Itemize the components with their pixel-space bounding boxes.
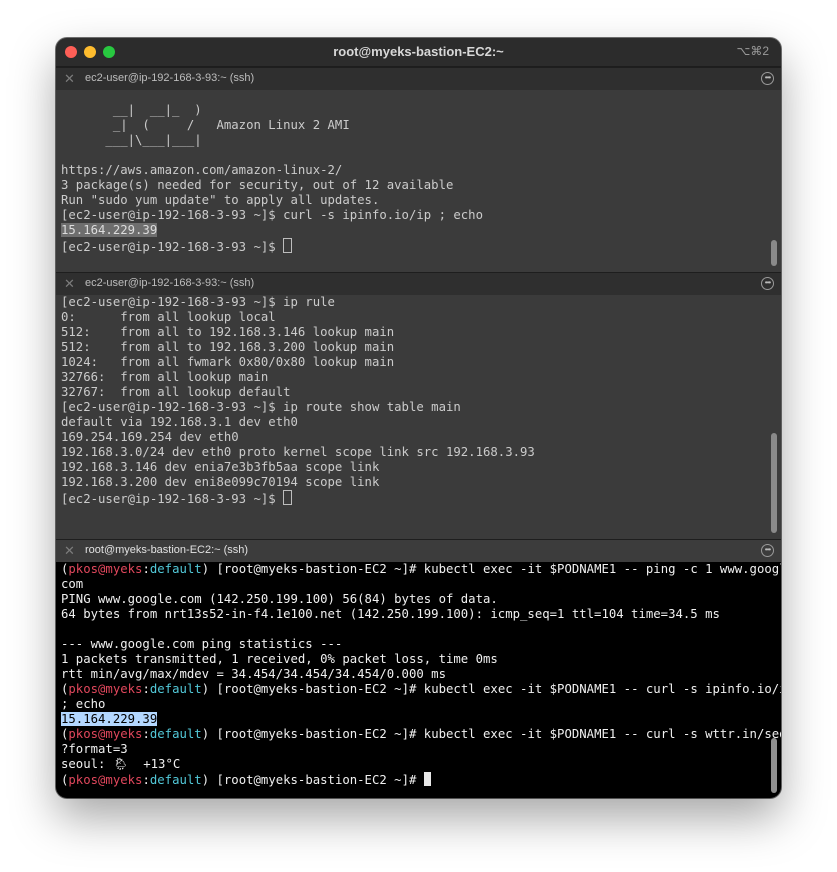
- selected-ip-text: 15.164.229.39: [61, 712, 158, 726]
- pane-2-terminal[interactable]: [ec2-user@ip-192-168-3-93 ~]$ ip rule 0:…: [56, 295, 781, 537]
- pane-2-title: ec2-user@ip-192-168-3-93:~ (ssh): [85, 277, 255, 289]
- prompt-context: default: [149, 562, 202, 576]
- terminal-line: (pkos@myeks:default) [root@myeks-bastion…: [61, 682, 781, 697]
- command-text: kubectl exec -it $PODNAME1 -- curl -s wt…: [423, 727, 781, 741]
- pane-2-header[interactable]: ✕ ec2-user@ip-192-168-3-93:~ (ssh) •••: [56, 272, 781, 296]
- prompt-sep: :: [142, 773, 150, 787]
- prompt-user: pkos@myeks: [68, 773, 143, 787]
- terminal-line: [ec2-user@ip-192-168-3-93 ~]$: [61, 238, 293, 254]
- terminal-line: 1 packets transmitted, 1 received, 0% pa…: [61, 652, 498, 666]
- terminal-line: 192.168.3.146 dev enia7e3b3fb5aa scope l…: [61, 460, 380, 474]
- pane-1-title: ec2-user@ip-192-168-3-93:~ (ssh): [85, 72, 255, 84]
- prompt-user: pkos@myeks: [68, 562, 143, 576]
- terminal-line: 512: from all to 192.168.3.146 lookup ma…: [61, 325, 395, 339]
- terminal-line: 32766: from all lookup main: [61, 370, 269, 384]
- terminal-line: (pkos@myeks:default) [root@myeks-bastion…: [61, 727, 781, 742]
- terminal-window: root@myeks-bastion-EC2:~ ⌥⌘2 ✕ ec2-user@…: [56, 38, 781, 798]
- prompt-user: pkos@myeks: [68, 682, 143, 696]
- prompt-context: default: [149, 773, 202, 787]
- close-pane-icon[interactable]: ✕: [64, 543, 75, 558]
- prompt-text: [ec2-user@ip-192-168-3-93 ~]$: [61, 492, 284, 506]
- prompt-sep: :: [142, 727, 150, 741]
- terminal-line: 192.168.3.0/24 dev eth0 proto kernel sco…: [61, 445, 535, 459]
- terminal-line: 64 bytes from nrt13s52-in-f4.1e100.net (…: [61, 607, 720, 621]
- prompt-sep: :: [142, 682, 150, 696]
- prompt-rest: ) [root@myeks-bastion-EC2 ~]#: [201, 773, 424, 787]
- text-cursor: [283, 490, 293, 505]
- terminal-line: default via 192.168.3.1 dev eth0: [61, 415, 298, 429]
- prompt-rest: ) [root@myeks-bastion-EC2 ~]#: [201, 682, 424, 696]
- terminal-line: com: [61, 577, 84, 591]
- selected-ip-text: 15.164.229.39: [61, 223, 158, 237]
- terminal-line: rtt min/avg/max/mdev = 34.454/34.454/34.…: [61, 667, 446, 681]
- pane-3-scrollbar[interactable]: [771, 738, 777, 793]
- close-pane-icon[interactable]: ✕: [64, 276, 75, 291]
- title-bar: root@myeks-bastion-EC2:~ ⌥⌘2: [56, 38, 781, 67]
- terminal-line: _| ( / Amazon Linux 2 AMI: [61, 118, 350, 132]
- terminal-line: [ec2-user@ip-192-168-3-93 ~]$ ip rule: [61, 295, 335, 309]
- prompt-sep: :: [142, 562, 150, 576]
- terminal-line: 15.164.229.39: [61, 223, 158, 238]
- terminal-line: PING www.google.com (142.250.199.100) 56…: [61, 592, 498, 606]
- terminal-line: Run "sudo yum update" to apply all updat…: [61, 193, 380, 207]
- terminal-line: 0: from all lookup local: [61, 310, 276, 324]
- terminal-line: 512: from all to 192.168.3.200 lookup ma…: [61, 340, 395, 354]
- pane-menu-icon[interactable]: •••: [761, 72, 774, 85]
- terminal-line: 192.168.3.200 dev eni8e099c70194 scope l…: [61, 475, 380, 489]
- pane-1-header[interactable]: ✕ ec2-user@ip-192-168-3-93:~ (ssh) •••: [56, 67, 781, 91]
- terminal-line: [ec2-user@ip-192-168-3-93 ~]$ curl -s ip…: [61, 208, 483, 222]
- terminal-line: 15.164.229.39: [61, 712, 158, 727]
- terminal-line: --- www.google.com ping statistics ---: [61, 637, 343, 651]
- pane-2-scrollbar[interactable]: [771, 433, 777, 533]
- terminal-line: __| __|_ ): [61, 103, 202, 117]
- terminal-line: 169.254.169.254 dev eth0: [61, 430, 239, 444]
- pane-1-scrollbar[interactable]: [771, 240, 777, 266]
- terminal-line: [ec2-user@ip-192-168-3-93 ~]$: [61, 490, 293, 506]
- command-text: kubectl exec -it $PODNAME1 -- ping -c 1 …: [423, 562, 781, 576]
- terminal-line: https://aws.amazon.com/amazon-linux-2/: [61, 163, 343, 177]
- pane-3-header[interactable]: ✕ root@myeks-bastion-EC2:~ (ssh) •••: [56, 539, 781, 563]
- pane-1-terminal[interactable]: __| __|_ ) _| ( / Amazon Linux 2 AMI ___…: [56, 90, 781, 270]
- terminal-line: seoul: 🌦 +13°C: [61, 757, 181, 771]
- terminal-line: (pkos@myeks:default) [root@myeks-bastion…: [61, 772, 431, 787]
- window-shortcut: ⌥⌘2: [736, 44, 769, 58]
- prompt-user: pkos@myeks: [68, 727, 143, 741]
- text-cursor: [283, 238, 293, 253]
- pane-menu-icon[interactable]: •••: [761, 544, 774, 557]
- pane-3-title: root@myeks-bastion-EC2:~ (ssh): [85, 544, 249, 556]
- prompt-context: default: [149, 727, 202, 741]
- terminal-line: [ec2-user@ip-192-168-3-93 ~]$ ip route s…: [61, 400, 461, 414]
- terminal-line: ; echo: [61, 697, 106, 711]
- pane-menu-icon[interactable]: •••: [761, 277, 774, 290]
- terminal-line: 1024: from all fwmark 0x80/0x80 lookup m…: [61, 355, 395, 369]
- prompt-text: [ec2-user@ip-192-168-3-93 ~]$: [61, 240, 284, 254]
- terminal-line: (pkos@myeks:default) [root@myeks-bastion…: [61, 562, 781, 577]
- terminal-line: 32767: from all lookup default: [61, 385, 291, 399]
- prompt-rest: ) [root@myeks-bastion-EC2 ~]#: [201, 727, 424, 741]
- prompt-context: default: [149, 682, 202, 696]
- text-cursor: [423, 772, 431, 786]
- terminal-line: 3 package(s) needed for security, out of…: [61, 178, 454, 192]
- terminal-line: ___|\___|___|: [61, 133, 202, 147]
- terminal-line: ?format=3: [61, 742, 128, 756]
- pane-3-terminal[interactable]: (pkos@myeks:default) [root@myeks-bastion…: [56, 562, 781, 798]
- command-text: kubectl exec -it $PODNAME1 -- curl -s ip…: [423, 682, 781, 696]
- prompt-rest: ) [root@myeks-bastion-EC2 ~]#: [201, 562, 424, 576]
- close-pane-icon[interactable]: ✕: [64, 71, 75, 86]
- window-title: root@myeks-bastion-EC2:~: [333, 44, 504, 59]
